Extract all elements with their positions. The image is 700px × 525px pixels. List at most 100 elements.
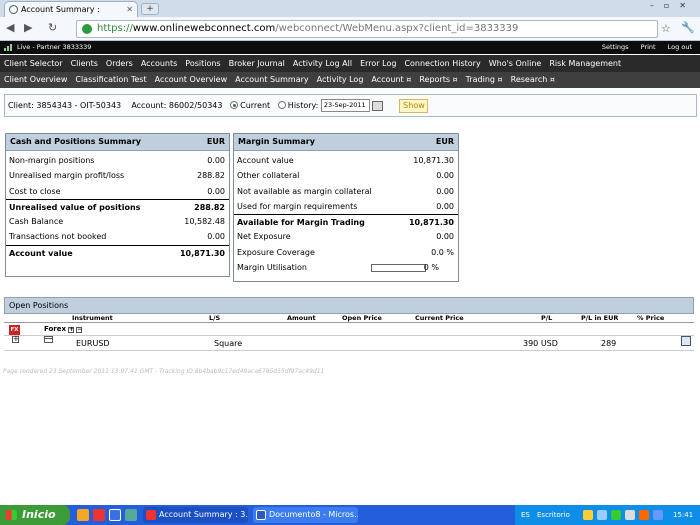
show-button[interactable]: Show <box>399 98 429 113</box>
new-tab-button[interactable]: + <box>141 3 159 15</box>
history-radio[interactable] <box>277 101 286 109</box>
col-current-price[interactable]: Current Price <box>415 314 464 322</box>
row-value: 0.00 <box>436 171 454 181</box>
row-value: 288.82 <box>197 171 225 181</box>
address-bar[interactable]: https://www.onlinewebconnect.com/webconn… <box>76 20 658 38</box>
submenu-account-summary[interactable]: Account Summary <box>231 72 313 88</box>
col-instrument[interactable]: Instrument <box>72 314 113 322</box>
tray-icon[interactable] <box>597 510 607 520</box>
submenu-account-overview[interactable]: Account Overview <box>151 72 232 88</box>
row-label: Available for Margin Trading <box>237 218 365 228</box>
history-date-input[interactable]: 23-Sep-2011 <box>320 99 370 112</box>
menu-whos-online[interactable]: Who's Online <box>485 55 546 72</box>
secure-lock-icon <box>82 24 92 34</box>
expand-all-icon[interactable]: + <box>68 327 74 333</box>
submenu-client-overview[interactable]: Client Overview <box>0 72 71 88</box>
col-pl-eur[interactable]: P/L in EUR <box>581 314 618 322</box>
calendar-icon[interactable] <box>371 100 383 111</box>
submenu-activity-log[interactable]: Activity Log <box>313 72 368 88</box>
col-open-price[interactable]: Open Price <box>342 314 382 322</box>
summary-row: Unrealised value of positions 288.82 <box>6 198 229 214</box>
menu-risk-management[interactable]: Risk Management <box>545 55 625 72</box>
forex-group-label: Forex + − <box>44 325 82 333</box>
taskbar-item-chrome[interactable]: Account Summary : 3... <box>143 507 248 523</box>
row-value: 10,871.30 <box>179 248 225 258</box>
desktop-toolbar[interactable]: Escritorio <box>537 505 570 525</box>
print-link[interactable]: Print <box>641 43 656 51</box>
forward-icon[interactable]: ▶ <box>24 21 32 34</box>
bookmark-star-icon[interactable]: ☆ <box>661 22 671 35</box>
row-value: 10,871.30 <box>413 156 454 165</box>
taskbar-item-word[interactable]: Documento8 - Micros... <box>253 507 358 523</box>
word-icon[interactable] <box>109 509 121 521</box>
logout-link[interactable]: Log out <box>668 43 692 51</box>
reload-icon[interactable]: ↻ <box>48 21 57 34</box>
tray-icon[interactable] <box>611 510 621 520</box>
submenu-classification-test[interactable]: Classification Test <box>71 72 150 88</box>
menu-positions[interactable]: Positions <box>181 55 224 72</box>
row-value: 10,582.48 <box>184 217 225 227</box>
desktop-icon[interactable] <box>125 509 137 521</box>
col-ls[interactable]: L/S <box>209 314 220 322</box>
ticket-icon[interactable] <box>44 336 53 343</box>
collapse-all-icon[interactable]: − <box>76 327 82 333</box>
firefox-icon[interactable] <box>77 509 89 521</box>
col-pl[interactable]: P/L <box>541 314 552 322</box>
window-controls[interactable]: –▫✕ <box>650 1 696 10</box>
submenu-reports[interactable]: Reports ¤ <box>415 72 461 88</box>
current-radio[interactable] <box>230 101 239 109</box>
start-button[interactable]: Inicio <box>0 505 70 525</box>
margin-summary-panel: Margin Summary EUR Account value 10,871.3… <box>233 133 459 282</box>
settings-link[interactable]: Settings <box>602 43 629 51</box>
browser-tab[interactable]: Account Summary : 3854343 ✕ <box>4 1 138 29</box>
summary-row: Used for margin requirements 0.00 <box>234 199 458 214</box>
summary-row: Not available as margin collateral 0.00 <box>234 184 458 199</box>
tray-icon[interactable] <box>583 510 593 520</box>
row-value: 10,871.30 <box>408 218 454 228</box>
menu-activity-log-all[interactable]: Activity Log All <box>289 55 356 72</box>
summary-row: Exposure Coverage 0.0 % <box>234 245 458 260</box>
row-value: 0.00 <box>207 156 225 165</box>
col-amount[interactable]: Amount <box>287 314 316 322</box>
summary-row: Account value 10,871.30 <box>234 153 458 168</box>
menu-clients[interactable]: Clients <box>67 55 102 72</box>
client-bar: Client: 3854343 - OIT-50343 Account: 860… <box>4 94 697 117</box>
summary-row: Transactions not booked 0.00 <box>6 229 229 244</box>
submenu-account[interactable]: Account ¤ <box>367 72 415 88</box>
partner-bar: Live - Partner 3833339 Settings Print Lo… <box>0 41 700 54</box>
chrome-icon[interactable] <box>93 509 105 521</box>
submenu-research[interactable]: Research ¤ <box>507 72 559 88</box>
url-scheme: https:// <box>97 23 133 34</box>
row-value: 0.00 <box>436 232 454 242</box>
menu-error-log[interactable]: Error Log <box>356 55 400 72</box>
menu-accounts[interactable]: Accounts <box>137 55 181 72</box>
row-value: 288.82 <box>194 202 225 212</box>
tray-icon[interactable] <box>639 510 649 520</box>
tray-icon[interactable] <box>625 510 635 520</box>
menu-connection-history[interactable]: Connection History <box>400 55 484 72</box>
menu-orders[interactable]: Orders <box>102 55 137 72</box>
language-indicator[interactable]: ES <box>521 505 530 525</box>
expand-row-icon[interactable]: + <box>12 336 19 343</box>
col-pct-price[interactable]: % Price <box>637 314 664 322</box>
back-icon[interactable]: ◀ <box>6 21 14 34</box>
wrench-menu-icon[interactable]: 🔧 <box>681 21 695 34</box>
summary-row: Cost to close 0.00 <box>6 184 229 199</box>
menu-client-selector[interactable]: Client Selector <box>0 55 67 72</box>
position-row[interactable]: + EURUSD Square 390 USD 289 <box>4 336 694 351</box>
trade-icon[interactable] <box>681 336 691 346</box>
task-label: Documento8 - Micros... <box>269 510 358 519</box>
summary-row: Other collateral 0.00 <box>234 168 458 183</box>
url-host: www.onlinewebconnect.com <box>132 23 276 34</box>
cash-positions-panel: Cash and Positions Summary EUR Non-margi… <box>5 133 230 277</box>
close-tab-icon[interactable]: ✕ <box>126 2 133 17</box>
menu-broker-journal[interactable]: Broker Journal <box>225 55 289 72</box>
signal-bars-icon <box>4 44 12 51</box>
open-positions-title: Open Positions <box>4 297 694 314</box>
position-pl: 390 USD <box>523 339 558 348</box>
chrome-task-icon <box>146 510 156 520</box>
forex-label-text: Forex <box>44 325 67 333</box>
submenu-trading[interactable]: Trading ¤ <box>462 72 507 88</box>
word-task-icon <box>256 510 266 520</box>
tray-icon[interactable] <box>653 510 663 520</box>
